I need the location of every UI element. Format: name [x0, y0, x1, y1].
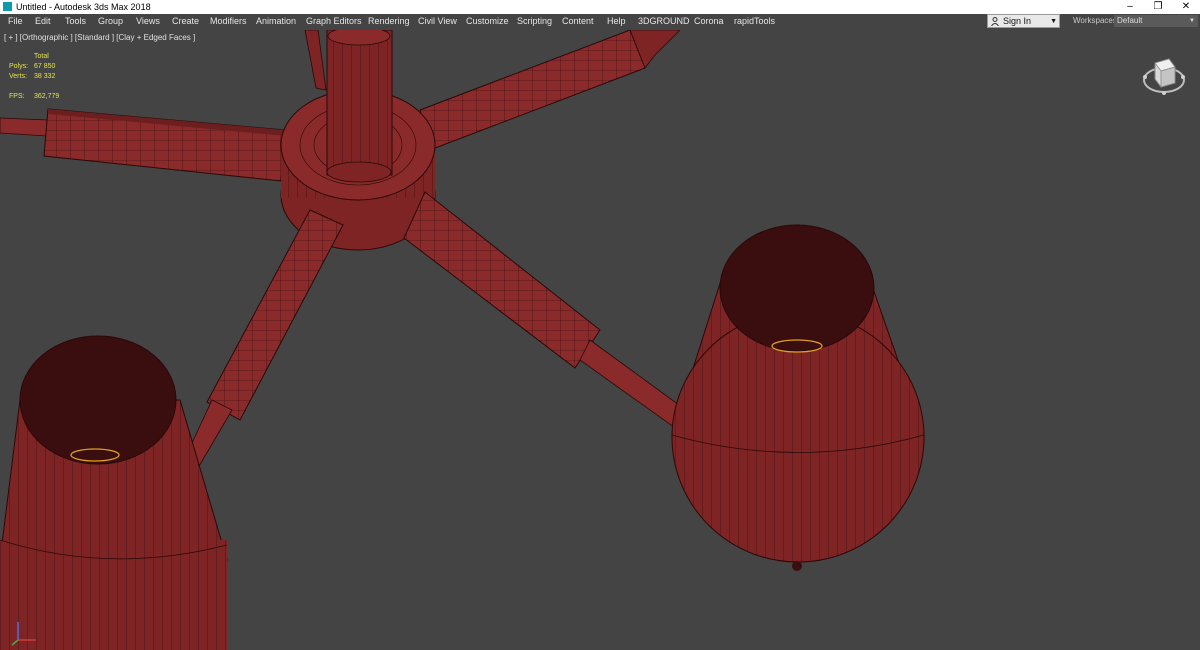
arm-lower-right-block [403, 191, 601, 369]
window-controls: – ❐ ✕ [1116, 0, 1200, 14]
minimize-button[interactable]: – [1116, 0, 1144, 14]
fps-value: 362,779 [34, 93, 60, 100]
menu-corona[interactable]: Corona [694, 16, 724, 27]
3ds-max-icon[interactable] [3, 2, 12, 11]
verts-value: 38 332 [34, 73, 56, 80]
menu-rapidtools[interactable]: rapidTools [734, 16, 775, 27]
menu-create[interactable]: Create [172, 16, 199, 27]
sign-in-dropdown[interactable]: Sign In ▼ [987, 14, 1060, 28]
chevron-down-icon: ▼ [1050, 18, 1057, 25]
lampshade-right-finial [792, 561, 802, 571]
fps-label: FPS: [9, 93, 25, 100]
menu-animation[interactable]: Animation [256, 16, 296, 27]
verts-label: Verts: [9, 73, 27, 80]
axis-tripod-icon [11, 622, 36, 646]
menu-file[interactable]: File [8, 16, 23, 27]
menu-customize[interactable]: Customize [466, 16, 509, 27]
restore-button[interactable]: ❐ [1144, 0, 1172, 14]
viewcube-icon[interactable] [1141, 53, 1187, 99]
polys-value: 67 850 [34, 63, 56, 70]
close-button[interactable]: ✕ [1172, 0, 1200, 14]
lampshade-left-opening [19, 335, 177, 465]
menu-tools[interactable]: Tools [65, 16, 86, 27]
menu-views[interactable]: Views [136, 16, 160, 27]
menu-rendering[interactable]: Rendering [368, 16, 410, 27]
menu-group[interactable]: Group [98, 16, 123, 27]
workspaces-value: Default [1117, 16, 1143, 25]
viewport-scene [0, 30, 925, 650]
arm-lower-left-block [206, 209, 344, 421]
stem [326, 30, 393, 176]
menu-civil-view[interactable]: Civil View [418, 16, 457, 27]
stem-top [327, 30, 391, 46]
window-title: Untitled - Autodesk 3ds Max 2018 [16, 2, 151, 12]
menu-3dground[interactable]: 3DGROUND [638, 16, 690, 27]
menu-edit[interactable]: Edit [35, 16, 51, 27]
arm-top-right-block [419, 30, 646, 151]
workspaces-select[interactable]: Default ▼ [1114, 15, 1198, 27]
polys-label: Polys: [9, 63, 29, 70]
menu-help[interactable]: Help [607, 16, 626, 27]
viewport-label[interactable]: [ + ] [Orthographic ] [Standard ] [Clay … [4, 33, 195, 43]
menu-content[interactable]: Content [562, 16, 594, 27]
title-bar: Untitled - Autodesk 3ds Max 2018 – ❐ ✕ [0, 0, 1200, 14]
viewport-perspective[interactable]: [ + ] [Orthographic ] [Standard ] [Clay … [0, 30, 1200, 650]
strut-back [304, 30, 327, 91]
arm-left-rod [0, 117, 49, 137]
menu-modifiers[interactable]: Modifiers [210, 16, 247, 27]
stem-base [326, 161, 392, 183]
menu-scripting[interactable]: Scripting [517, 16, 552, 27]
lampshade-right-opening [719, 224, 875, 352]
stats-header: Total [34, 53, 49, 60]
sign-in-label: Sign In [1003, 16, 1032, 26]
workspaces-label: Workspaces: [1073, 16, 1120, 25]
statistics-overlay: Total Polys: 67 850 Verts: 38 332 FPS: 362,… [9, 52, 79, 102]
user-icon [991, 17, 999, 26]
menu-graph-editors[interactable]: Graph Editors [306, 16, 362, 27]
chevron-down-icon: ▼ [1189, 18, 1195, 24]
